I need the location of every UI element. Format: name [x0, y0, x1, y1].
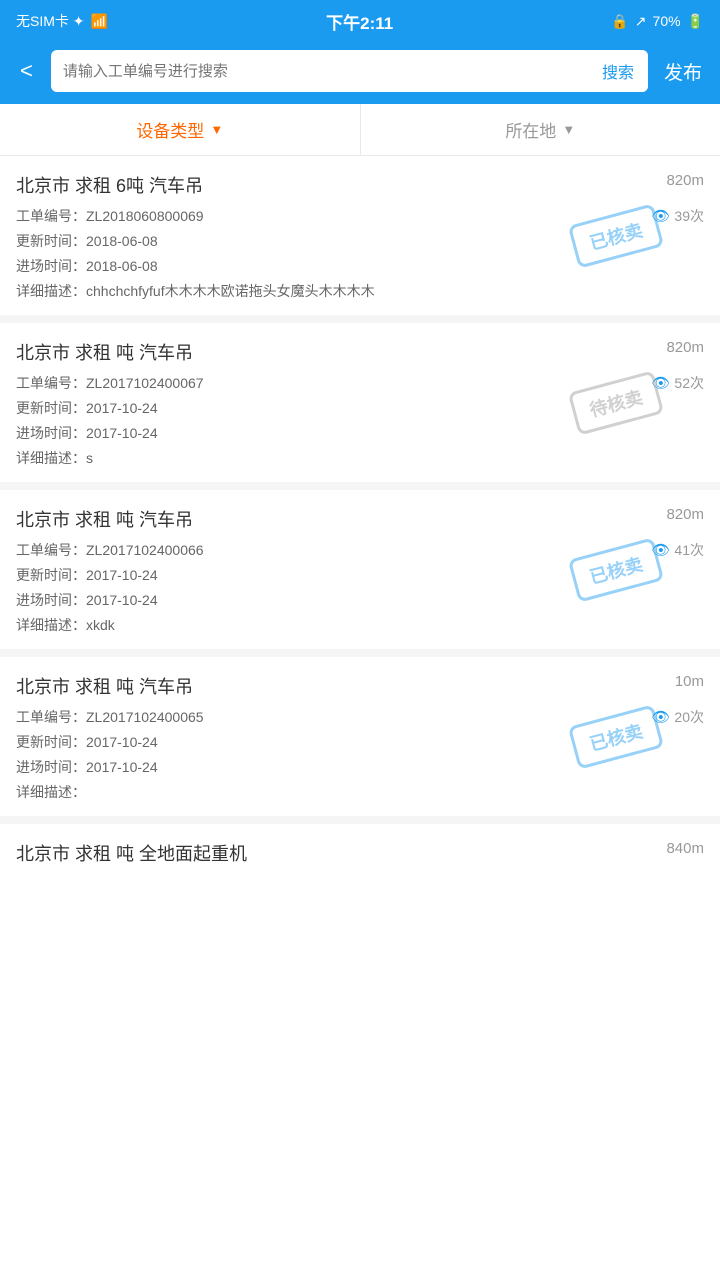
entry-time-row: 进场时间：2017-10-24: [16, 423, 704, 443]
order-no: 工单编号：ZL2017102400065: [16, 707, 204, 727]
order-row: 工单编号：ZL2017102400066 👁41次: [16, 540, 704, 560]
update-time: 更新时间：2017-10-24: [16, 732, 158, 752]
update-time: 更新时间：2017-10-24: [16, 398, 158, 418]
list-item[interactable]: 北京市 求租 6吨 汽车吊 820m 工单编号：ZL2018060800069 …: [0, 156, 720, 315]
header: < 搜索 发布: [0, 42, 720, 104]
description: 详细描述：xkdk: [16, 615, 704, 635]
item-title: 北京市 求租 吨 汽车吊: [16, 339, 193, 365]
status-time: 下午2:11: [326, 9, 393, 34]
entry-time: 进场时间：2017-10-24: [16, 757, 158, 777]
status-right: 🔒 ↗ 70% 🔋: [611, 13, 704, 30]
update-time: 更新时间：2018-06-08: [16, 231, 158, 251]
filter-type[interactable]: 设备类型 ▼: [0, 104, 361, 155]
order-no: 工单编号：ZL2018060800069: [16, 206, 204, 226]
order-row: 工单编号：ZL2017102400065 👁20次: [16, 707, 704, 727]
list-item[interactable]: 北京市 求租 吨 汽车吊 820m 工单编号：ZL2017102400067 👁…: [0, 323, 720, 482]
search-input[interactable]: [51, 63, 588, 80]
update-time: 更新时间：2017-10-24: [16, 565, 158, 585]
list-item[interactable]: 北京市 求租 吨 全地面起重机 840m: [0, 824, 720, 888]
update-time-row: 更新时间：2017-10-24: [16, 565, 704, 585]
publish-button[interactable]: 发布: [658, 54, 708, 89]
filter-location-arrow: ▼: [562, 122, 575, 137]
item-distance: 10m: [675, 673, 704, 690]
order-row: 工单编号：ZL2017102400067 👁52次: [16, 373, 704, 393]
views: 👁52次: [651, 373, 704, 393]
update-time-row: 更新时间：2018-06-08: [16, 231, 704, 251]
sim-text: 无SIM卡 ✦: [16, 11, 85, 31]
search-bar: 搜索: [51, 50, 648, 92]
description: 详细描述：: [16, 782, 704, 802]
back-button[interactable]: <: [12, 54, 41, 88]
entry-time: 进场时间：2017-10-24: [16, 590, 158, 610]
description: 详细描述：s: [16, 448, 704, 468]
status-bar: 无SIM卡 ✦ 📶 下午2:11 🔒 ↗ 70% 🔋: [0, 0, 720, 42]
filter-bar: 设备类型 ▼ 所在地 ▼: [0, 104, 720, 156]
lock-icon: 🔒: [611, 13, 628, 30]
item-title: 北京市 求租 吨 全地面起重机: [16, 840, 247, 866]
item-distance: 820m: [666, 339, 704, 356]
eye-icon: 👁: [651, 207, 670, 225]
entry-time-row: 进场时间：2018-06-08: [16, 256, 704, 276]
item-distance: 820m: [666, 172, 704, 189]
filter-location[interactable]: 所在地 ▼: [361, 104, 720, 155]
item-title: 北京市 求租 吨 汽车吊: [16, 673, 193, 699]
direction-icon: ↗: [635, 13, 647, 30]
entry-time-row: 进场时间：2017-10-24: [16, 590, 704, 610]
battery-icon: 🔋: [687, 13, 704, 30]
title-row: 北京市 求租 吨 全地面起重机 840m: [16, 840, 704, 866]
entry-time: 进场时间：2018-06-08: [16, 256, 158, 276]
list-container: 北京市 求租 6吨 汽车吊 820m 工单编号：ZL2018060800069 …: [0, 156, 720, 888]
entry-time-row: 进场时间：2017-10-24: [16, 757, 704, 777]
order-no: 工单编号：ZL2017102400067: [16, 373, 204, 393]
filter-type-arrow: ▼: [210, 122, 223, 137]
item-distance: 820m: [666, 506, 704, 523]
status-left: 无SIM卡 ✦ 📶: [16, 11, 108, 31]
title-row: 北京市 求租 6吨 汽车吊 820m: [16, 172, 704, 198]
eye-icon: 👁: [651, 541, 670, 559]
title-row: 北京市 求租 吨 汽车吊 10m: [16, 673, 704, 699]
battery-text: 70%: [653, 13, 681, 29]
views: 👁39次: [651, 206, 704, 226]
filter-location-label: 所在地: [505, 117, 556, 142]
views: 👁20次: [651, 707, 704, 727]
update-time-row: 更新时间：2017-10-24: [16, 398, 704, 418]
title-row: 北京市 求租 吨 汽车吊 820m: [16, 339, 704, 365]
wifi-icon: 📶: [91, 13, 108, 30]
entry-time: 进场时间：2017-10-24: [16, 423, 158, 443]
item-title: 北京市 求租 6吨 汽车吊: [16, 172, 203, 198]
list-item[interactable]: 北京市 求租 吨 汽车吊 10m 工单编号：ZL2017102400065 👁2…: [0, 657, 720, 816]
eye-icon: 👁: [651, 708, 670, 726]
filter-type-label: 设备类型: [136, 117, 204, 142]
update-time-row: 更新时间：2017-10-24: [16, 732, 704, 752]
title-row: 北京市 求租 吨 汽车吊 820m: [16, 506, 704, 532]
item-distance: 840m: [666, 840, 704, 857]
views: 👁41次: [651, 540, 704, 560]
search-button[interactable]: 搜索: [588, 50, 648, 92]
list-item[interactable]: 北京市 求租 吨 汽车吊 820m 工单编号：ZL2017102400066 👁…: [0, 490, 720, 649]
item-title: 北京市 求租 吨 汽车吊: [16, 506, 193, 532]
order-row: 工单编号：ZL2018060800069 👁39次: [16, 206, 704, 226]
description: 详细描述：chhchchfyfuf木木木木欧诺拖头女魔头木木木木: [16, 281, 704, 301]
order-no: 工单编号：ZL2017102400066: [16, 540, 204, 560]
eye-icon: 👁: [651, 374, 670, 392]
